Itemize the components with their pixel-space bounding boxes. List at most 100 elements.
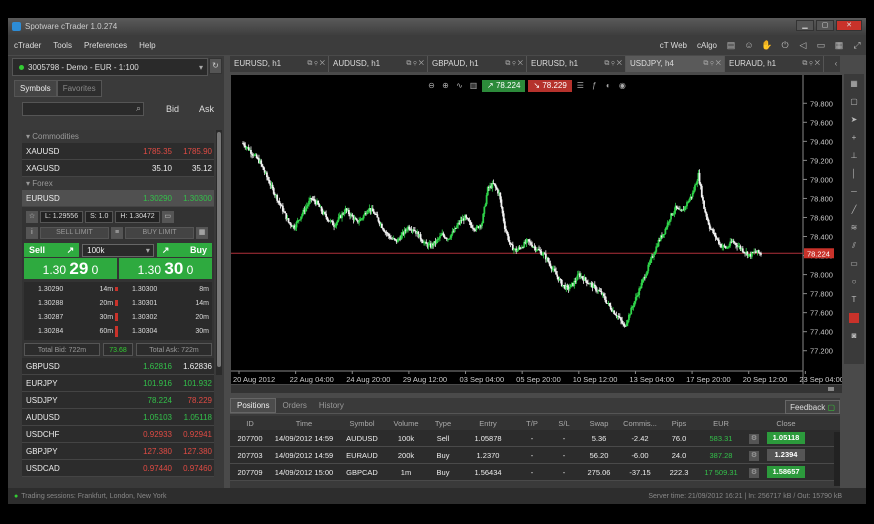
- depth-row[interactable]: 1.30288 20m: [24, 296, 118, 310]
- close-position-button[interactable]: 1.58657: [767, 466, 805, 478]
- column-header[interactable]: Volume: [386, 419, 426, 428]
- chart-canvas[interactable]: 79.800 79.600 79.400 79.200 79.000 78.800 78.6…: [231, 75, 844, 384]
- layout-icon[interactable]: ▦: [832, 39, 846, 51]
- column-header[interactable]: ID: [230, 419, 270, 428]
- symbol-row-xagusd[interactable]: XAGUSD 35.10 35.12: [22, 160, 214, 177]
- buy-button[interactable]: ↗ Buy: [156, 243, 212, 257]
- depth-row[interactable]: 1.30284 60m: [24, 324, 118, 338]
- tab-controls-icon[interactable]: ⧉ ⚲ ✕: [802, 56, 820, 72]
- calgo-link[interactable]: cAlgo: [692, 41, 722, 50]
- color-swatch-icon[interactable]: [849, 313, 859, 323]
- users-icon[interactable]: ☺: [742, 39, 756, 51]
- tab-controls-icon[interactable]: ⧉ ⚲ ✕: [604, 56, 622, 72]
- tab-controls-icon[interactable]: ⧉ ⚲ ✕: [406, 56, 424, 72]
- indicator-icon[interactable]: ƒ: [589, 80, 600, 91]
- vertical-line-icon[interactable]: │: [846, 166, 862, 182]
- ruler-icon[interactable]: ⊥: [846, 148, 862, 164]
- column-header[interactable]: EUR: [696, 419, 746, 428]
- close-position-button[interactable]: 1.05118: [767, 432, 805, 444]
- zoom-out-icon[interactable]: ⊖: [426, 80, 437, 91]
- positions-scrollbar[interactable]: [834, 432, 840, 486]
- chart-tab-3[interactable]: EURUSD, h1 ⧉ ⚲ ✕: [527, 56, 626, 72]
- symbol-row-eurjpy[interactable]: EURJPY 101.916 101.932: [22, 375, 214, 392]
- snapshot-icon[interactable]: ◉: [617, 80, 628, 91]
- group-forex[interactable]: ▾ Forex: [22, 177, 214, 190]
- chart-tab-2[interactable]: GBPAUD, h1 ⧉ ⚲ ✕: [428, 56, 527, 72]
- feedback-button[interactable]: Feedback ▢: [785, 400, 840, 414]
- tabs-scroll-button[interactable]: ‹: [830, 56, 842, 72]
- depth-row[interactable]: 1.30304 30m: [118, 324, 212, 338]
- candle-chart-icon[interactable]: ▥: [468, 80, 479, 91]
- chart-tab-0[interactable]: EURUSD, h1 ⧉ ⚲ ✕: [230, 56, 329, 72]
- chart-icon[interactable]: ▭: [161, 211, 174, 223]
- table-row[interactable]: 207709 14/09/2012 15:00 GBPCAD 1m Buy 1.56434…: [230, 464, 840, 481]
- column-header[interactable]: T/P: [516, 419, 548, 428]
- tab-controls-icon[interactable]: ⧉ ⚲ ✕: [307, 56, 325, 72]
- ct-web-link[interactable]: cT Web: [655, 41, 692, 50]
- list-icon[interactable]: ≡: [111, 227, 123, 239]
- tab-symbols[interactable]: Symbols: [14, 80, 57, 97]
- symbol-row-usdjpy[interactable]: USDJPY 78.224 78.229: [22, 392, 214, 409]
- column-header[interactable]: Time: [270, 419, 338, 428]
- tab-positions[interactable]: Positions: [230, 398, 277, 413]
- scrollbar-thumb[interactable]: [828, 387, 834, 391]
- circle-icon[interactable]: ○: [846, 274, 862, 290]
- trend-line-icon[interactable]: ╱: [846, 202, 862, 218]
- fibonacci-icon[interactable]: ≋: [846, 220, 862, 236]
- info-icon[interactable]: i: [26, 227, 38, 239]
- symbol-row-xauusd[interactable]: XAUUSD 1785.35 1785.90: [22, 143, 214, 160]
- maximize-button[interactable]: ▢: [816, 20, 834, 31]
- column-header[interactable]: Swap: [580, 419, 618, 428]
- camera-icon[interactable]: ◙: [846, 328, 862, 344]
- hand-icon[interactable]: ✋: [760, 39, 774, 51]
- display-icon[interactable]: ▭: [814, 39, 828, 51]
- symbol-list-scrollbar[interactable]: [216, 130, 222, 375]
- chart-tab-1[interactable]: AUDUSD, h1 ⧉ ⚲ ✕: [329, 56, 428, 72]
- volume-select[interactable]: 100k ▾: [82, 243, 154, 257]
- column-header[interactable]: Symbol: [338, 419, 386, 428]
- price-chart[interactable]: 79.800 79.600 79.400 79.200 79.000 78.800 78.6…: [231, 75, 844, 384]
- column-header[interactable]: S/L: [548, 419, 580, 428]
- scrollbar-thumb[interactable]: [217, 132, 221, 367]
- column-header[interactable]: Close: [762, 419, 810, 428]
- symbol-row-gbpusd[interactable]: GBPUSD 1.62816 1.62836: [22, 358, 214, 375]
- table-row[interactable]: 207703 14/09/2012 14:59 EURAUD 200k Buy 1.237…: [230, 447, 840, 464]
- chart-buy-button[interactable]: ↗ 78.224: [482, 79, 526, 92]
- symbol-row-audusd[interactable]: AUDUSD 1.05103 1.05118: [22, 409, 214, 426]
- menu-ctrader[interactable]: cTrader: [8, 41, 47, 50]
- buy-price-button[interactable]: 1.30 30 0: [119, 258, 212, 279]
- tab-history[interactable]: History: [313, 399, 350, 412]
- text-icon[interactable]: T: [846, 292, 862, 308]
- sell-button[interactable]: Sell ↗: [24, 243, 80, 257]
- chart-tab-4[interactable]: USDJPY, h4 ⧉ ⚲ ✕: [626, 56, 725, 72]
- star-icon[interactable]: ☆: [26, 211, 38, 223]
- template-icon[interactable]: ◐: [603, 80, 614, 91]
- symbol-row-usdcad[interactable]: USDCAD 0.97440 0.97460: [22, 460, 214, 477]
- window-icon[interactable]: ▢: [846, 94, 862, 110]
- chart-tab-5[interactable]: EURAUD, h1 ⧉ ⚲ ✕: [725, 56, 824, 72]
- minimize-button[interactable]: ▁: [796, 20, 814, 31]
- cursor-icon[interactable]: ➤: [846, 112, 862, 128]
- grid-icon[interactable]: ▦: [846, 76, 862, 92]
- column-header[interactable]: Type: [426, 419, 460, 428]
- group-commodities[interactable]: ▾ Commodities: [22, 130, 214, 143]
- menu-help[interactable]: Help: [133, 41, 161, 50]
- line-chart-icon[interactable]: ∿: [454, 80, 465, 91]
- rectangle-icon[interactable]: ▭: [846, 256, 862, 272]
- tab-orders[interactable]: Orders: [276, 399, 312, 412]
- depth-row[interactable]: 1.30287 30m: [24, 310, 118, 324]
- calculator-icon[interactable]: ▦: [196, 227, 208, 239]
- tab-favorites[interactable]: Favorites: [56, 80, 102, 97]
- zoom-in-icon[interactable]: ⊕: [440, 80, 451, 91]
- account-selector[interactable]: 3005798 - Demo - EUR - 1:100 ▾: [12, 58, 208, 76]
- depth-row[interactable]: 1.30300 8m: [118, 282, 212, 296]
- document-icon[interactable]: ▤: [724, 39, 738, 51]
- symbol-row-eurusd[interactable]: EURUSD 1.30290 1.30300: [22, 190, 214, 207]
- gear-icon[interactable]: ⚙: [749, 450, 759, 461]
- close-window-button[interactable]: ✕: [836, 20, 862, 31]
- fullscreen-icon[interactable]: ⤢: [850, 39, 864, 51]
- column-header[interactable]: Pips: [662, 419, 696, 428]
- chart-scrollbar[interactable]: [231, 385, 842, 393]
- sound-icon[interactable]: ◁: [796, 39, 810, 51]
- sell-price-button[interactable]: 1.30 29 0: [24, 258, 117, 279]
